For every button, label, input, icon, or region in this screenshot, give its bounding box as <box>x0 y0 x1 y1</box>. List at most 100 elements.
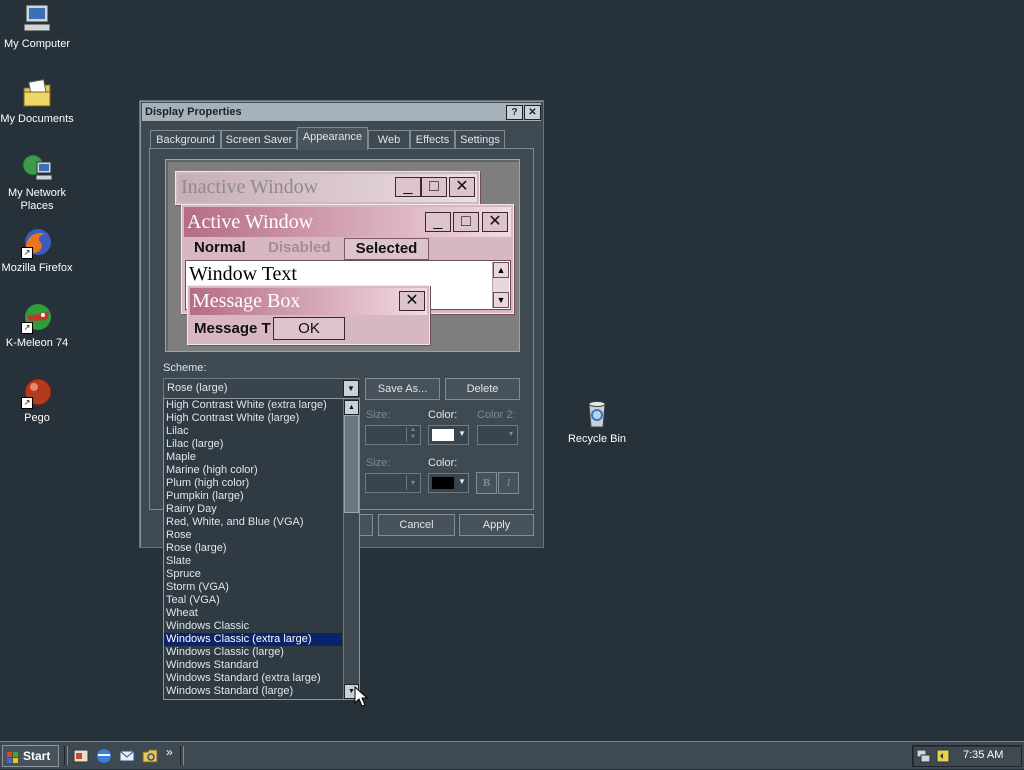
scheme-dropdown-list[interactable]: High Contrast White (extra large) High Co… <box>163 398 360 700</box>
chevron-down-icon: ▾ <box>509 429 514 438</box>
list-item[interactable]: Marine (high color) <box>164 464 359 477</box>
internet-explorer-icon[interactable] <box>95 747 113 765</box>
minimize-icon: _ <box>425 212 451 232</box>
outlook-express-icon[interactable] <box>118 747 136 765</box>
menu-disabled: Disabled <box>268 239 331 256</box>
dialog-title: Display Properties <box>145 106 242 118</box>
list-item[interactable]: Storm (VGA) <box>164 581 359 594</box>
desktop-icon-mozilla-firefox[interactable]: ↗ Mozilla Firefox <box>0 227 74 275</box>
list-item[interactable]: Slate <box>164 555 359 568</box>
explorer-icon[interactable] <box>141 747 159 765</box>
apply-button[interactable]: Apply <box>459 514 534 536</box>
desktop-icon-label: Pego <box>24 412 50 424</box>
message-box-title: Message Box <box>192 290 301 312</box>
list-item[interactable]: Lilac (large) <box>164 438 359 451</box>
stepper-arrows-icon[interactable]: ▲ ▼ <box>406 427 419 442</box>
active-window-title: Active Window <box>187 211 314 233</box>
scroll-up-icon[interactable]: ▲ <box>344 400 359 415</box>
message-text: Message T <box>194 320 271 337</box>
dialog-titlebar[interactable]: Display Properties ? ✕ <box>142 103 541 121</box>
list-item[interactable]: Red, White, and Blue (VGA) <box>164 516 359 529</box>
start-label: Start <box>23 749 51 763</box>
list-item[interactable]: Rose <box>164 529 359 542</box>
list-item[interactable]: Spruce <box>164 568 359 581</box>
close-icon: ✕ <box>399 291 425 311</box>
list-item[interactable]: Windows Standard (extra large) <box>164 672 359 685</box>
volume-tray-icon[interactable] <box>934 747 952 765</box>
italic-button[interactable]: I <box>498 472 519 494</box>
close-icon: ✕ <box>482 212 508 232</box>
list-item[interactable]: Windows Standard <box>164 659 359 672</box>
list-item[interactable]: Plum (high color) <box>164 477 359 490</box>
bold-button[interactable]: B <box>476 472 497 494</box>
mouse-pointer-icon <box>354 686 368 707</box>
desktop-icon-my-documents[interactable]: My Documents <box>0 78 74 126</box>
inactive-window-title: Inactive Window <box>181 176 319 198</box>
desktop-icon-recycle-bin[interactable]: Recycle Bin <box>560 398 634 446</box>
list-item[interactable]: Windows Classic (large) <box>164 646 359 659</box>
network-tray-icon[interactable] <box>915 747 933 765</box>
color2-label: Color 2: <box>477 409 516 421</box>
tab-settings[interactable]: Settings <box>455 130 505 149</box>
scroll-up-icon: ▲ <box>493 262 509 278</box>
scheme-select[interactable]: Rose (large) ▼ <box>163 378 359 399</box>
close-icon: ✕ <box>449 177 475 197</box>
preview-message-box: Message Box ✕ Message T OK <box>187 285 430 345</box>
taskbar-separator <box>64 746 68 765</box>
desktop-icon-label: My Network Places <box>7 187 67 212</box>
list-item[interactable]: Lilac <box>164 425 359 438</box>
list-item[interactable]: Wheat <box>164 607 359 620</box>
list-item[interactable]: Teal (VGA) <box>164 594 359 607</box>
desktop-icon-my-computer[interactable]: My Computer <box>0 3 74 51</box>
color2-picker: ▾ <box>477 425 518 445</box>
list-item[interactable]: Pumpkin (large) <box>164 490 359 503</box>
color-label: Color: <box>428 409 458 421</box>
chevron-down-icon[interactable]: ▾ <box>406 475 419 490</box>
list-item[interactable]: Windows Classic <box>164 620 359 633</box>
chevron-down-icon: ▼ <box>458 429 466 438</box>
desktop-icon-k-meleon[interactable]: ↗ K-Meleon 74 <box>0 302 74 350</box>
list-item[interactable]: High Contrast White (extra large) <box>164 399 359 412</box>
window-text: Window Text <box>189 263 297 285</box>
font-color-picker[interactable]: ▼ <box>428 473 469 493</box>
list-item[interactable]: Rose (large) <box>164 542 359 555</box>
scheme-label: Scheme: <box>163 362 207 374</box>
close-button[interactable]: ✕ <box>524 105 541 120</box>
desktop-icon-label: My Documents <box>0 113 74 125</box>
windows-logo-icon <box>7 750 19 763</box>
size-stepper[interactable]: ▲ ▼ <box>365 425 421 445</box>
color-picker[interactable]: ▼ <box>428 425 469 445</box>
help-button[interactable]: ? <box>506 105 523 120</box>
size-label: Size: <box>366 409 391 421</box>
maximize-icon: □ <box>453 212 479 232</box>
color-swatch <box>432 429 454 441</box>
font-size-select[interactable]: ▾ <box>365 473 421 493</box>
desktop-icon-label: K-Meleon 74 <box>5 337 69 349</box>
list-scrollbar[interactable]: ▲ ▼ <box>343 399 359 699</box>
chevron-down-icon[interactable]: ▼ <box>343 380 359 397</box>
firefox-icon: ↗ <box>21 227 53 259</box>
desktop-icon-label: Recycle Bin <box>567 433 627 445</box>
list-item[interactable]: High Contrast White (large) <box>164 412 359 425</box>
list-item[interactable]: Windows Classic (extra large) <box>164 633 342 646</box>
desktop-icon-label: My Computer <box>3 38 71 50</box>
tab-effects[interactable]: Effects <box>410 130 455 149</box>
quicklaunch-more-icon[interactable]: » <box>166 745 173 759</box>
list-item[interactable]: Maple <box>164 451 359 464</box>
recycle-bin-icon <box>581 398 613 430</box>
start-button[interactable]: Start <box>2 745 59 767</box>
cancel-button[interactable]: Cancel <box>378 514 455 536</box>
desktop-icon-my-network-places[interactable]: My Network Places <box>0 152 74 213</box>
delete-button[interactable]: Delete <box>445 378 520 400</box>
show-desktop-icon[interactable] <box>72 747 90 765</box>
scroll-thumb[interactable] <box>344 415 359 513</box>
tab-background[interactable]: Background <box>150 130 221 149</box>
tab-appearance[interactable]: Appearance <box>297 127 368 150</box>
list-item[interactable]: Rainy Day <box>164 503 359 516</box>
desktop-icon-pego[interactable]: ↗ Pego <box>0 377 74 425</box>
tab-screen-saver[interactable]: Screen Saver <box>221 130 297 149</box>
tab-web[interactable]: Web <box>368 130 410 149</box>
scroll-down-icon: ▼ <box>493 292 509 308</box>
list-item[interactable]: Windows Standard (large) <box>164 685 359 698</box>
save-as-button[interactable]: Save As... <box>365 378 440 400</box>
